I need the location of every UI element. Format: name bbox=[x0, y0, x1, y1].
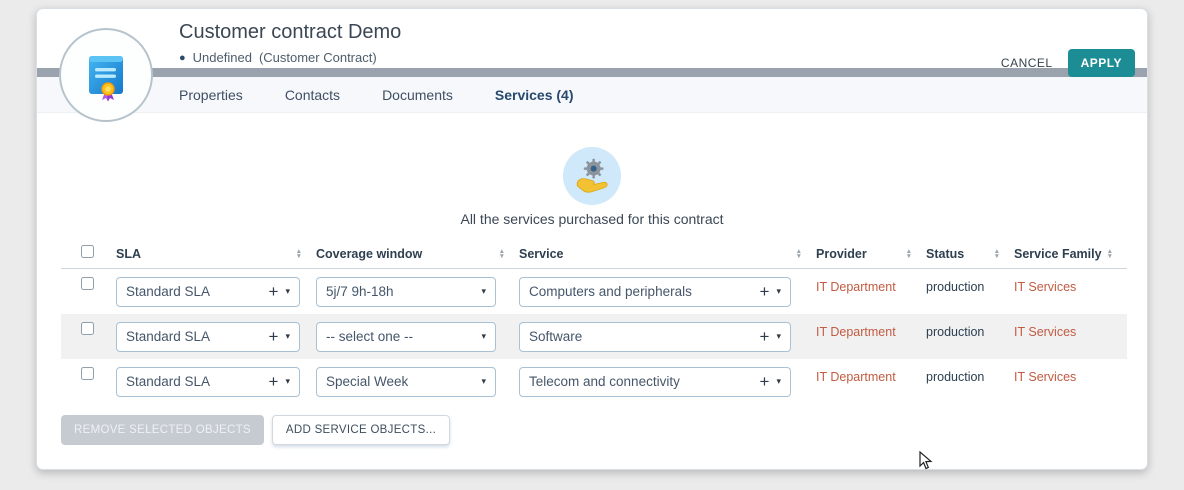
status-value: production bbox=[926, 359, 1014, 384]
page-title: Customer contract Demo bbox=[179, 21, 401, 44]
contract-document-icon bbox=[81, 48, 131, 102]
chevron-down-icon: ▾ bbox=[776, 287, 781, 296]
provider-link[interactable]: IT Department bbox=[816, 269, 926, 294]
sort-icon[interactable]: ▲▼ bbox=[796, 249, 802, 259]
sort-icon[interactable]: ▲▼ bbox=[1107, 249, 1113, 259]
sort-icon[interactable]: ▲▼ bbox=[499, 249, 505, 259]
chevron-down-icon: ▾ bbox=[285, 332, 290, 341]
services-description: All the services purchased for this cont… bbox=[37, 211, 1147, 227]
status-value: production bbox=[926, 314, 1014, 339]
row-checkbox[interactable] bbox=[81, 277, 94, 290]
table-row: Standard SLA +▾ Special Week ▾ Telecom a… bbox=[61, 359, 1127, 404]
status-dot-icon: ● bbox=[179, 52, 186, 64]
chevron-down-icon: ▾ bbox=[481, 287, 486, 296]
service-select[interactable]: Telecom and connectivity +▾ bbox=[519, 367, 791, 397]
add-new-icon: + bbox=[760, 283, 770, 300]
status-label: Undefined bbox=[193, 50, 252, 65]
apply-button[interactable]: APPLY bbox=[1068, 49, 1135, 77]
mouse-cursor bbox=[919, 451, 933, 471]
chevron-down-icon: ▾ bbox=[285, 287, 290, 296]
add-new-icon: + bbox=[269, 283, 279, 300]
column-header-service-family[interactable]: Service Family ▲▼ bbox=[1014, 247, 1127, 261]
services-panel-icon bbox=[563, 147, 621, 205]
tab-contacts[interactable]: Contacts bbox=[285, 87, 340, 103]
tab-bar: Properties Contacts Documents Services (… bbox=[37, 77, 1147, 113]
column-header-coverage-window[interactable]: Coverage window ▲▼ bbox=[316, 247, 519, 261]
select-all-checkbox[interactable] bbox=[81, 245, 94, 258]
column-header-sla[interactable]: SLA ▲▼ bbox=[116, 247, 316, 261]
chevron-down-icon: ▾ bbox=[285, 377, 290, 386]
sort-icon[interactable]: ▲▼ bbox=[296, 249, 302, 259]
remove-selected-objects-button[interactable]: REMOVE SELECTED OBJECTS bbox=[61, 415, 264, 445]
row-checkbox[interactable] bbox=[81, 322, 94, 335]
provider-link[interactable]: IT Department bbox=[816, 359, 926, 384]
add-new-icon: + bbox=[760, 328, 770, 345]
column-header-status[interactable]: Status ▲▼ bbox=[926, 247, 1014, 261]
contract-class-avatar bbox=[59, 28, 153, 122]
chevron-down-icon: ▾ bbox=[481, 377, 486, 386]
service-family-link[interactable]: IT Services bbox=[1014, 269, 1127, 294]
column-header-provider[interactable]: Provider ▲▼ bbox=[816, 247, 926, 261]
gear-in-hand-icon bbox=[569, 153, 615, 199]
tab-services[interactable]: Services (4) bbox=[495, 87, 574, 103]
sort-icon[interactable]: ▲▼ bbox=[906, 249, 912, 259]
coverage-window-select[interactable]: 5j/7 9h-18h ▾ bbox=[316, 277, 496, 307]
chevron-down-icon: ▾ bbox=[776, 377, 781, 386]
object-subtitle: ● Undefined (Customer Contract) bbox=[179, 50, 377, 65]
sla-select[interactable]: Standard SLA +▾ bbox=[116, 367, 300, 397]
header-divider-bar bbox=[37, 68, 1147, 77]
cancel-button[interactable]: CANCEL bbox=[1001, 56, 1053, 70]
column-header-service[interactable]: Service ▲▼ bbox=[519, 247, 816, 261]
tab-properties[interactable]: Properties bbox=[179, 87, 243, 103]
status-value: production bbox=[926, 269, 1014, 294]
table-row: Standard SLA +▾ 5j/7 9h-18h ▾ Computers … bbox=[61, 269, 1127, 314]
customer-contract-card: Customer contract Demo ● Undefined (Cust… bbox=[36, 8, 1148, 470]
header-actions: CANCEL APPLY bbox=[1001, 49, 1135, 77]
add-new-icon: + bbox=[269, 373, 279, 390]
select-all-cell bbox=[61, 245, 116, 263]
service-family-link[interactable]: IT Services bbox=[1014, 314, 1127, 339]
add-new-icon: + bbox=[269, 328, 279, 345]
sla-select[interactable]: Standard SLA +▾ bbox=[116, 277, 300, 307]
table-actions: REMOVE SELECTED OBJECTS ADD SERVICE OBJE… bbox=[61, 415, 450, 445]
class-label: (Customer Contract) bbox=[259, 50, 377, 65]
sort-icon[interactable]: ▲▼ bbox=[994, 249, 1000, 259]
chevron-down-icon: ▾ bbox=[481, 332, 486, 341]
service-select[interactable]: Software +▾ bbox=[519, 322, 791, 352]
coverage-window-select[interactable]: Special Week ▾ bbox=[316, 367, 496, 397]
service-family-link[interactable]: IT Services bbox=[1014, 359, 1127, 384]
row-checkbox[interactable] bbox=[81, 367, 94, 380]
provider-link[interactable]: IT Department bbox=[816, 314, 926, 339]
add-service-objects-button[interactable]: ADD SERVICE OBJECTS... bbox=[272, 415, 450, 445]
tab-documents[interactable]: Documents bbox=[382, 87, 453, 103]
coverage-window-select[interactable]: -- select one -- ▾ bbox=[316, 322, 496, 352]
add-new-icon: + bbox=[760, 373, 770, 390]
sla-select[interactable]: Standard SLA +▾ bbox=[116, 322, 300, 352]
service-select[interactable]: Computers and peripherals +▾ bbox=[519, 277, 791, 307]
services-table: SLA ▲▼ Coverage window ▲▼ Service ▲▼ Pro… bbox=[61, 239, 1127, 404]
table-row: Standard SLA +▾ -- select one -- ▾ Softw… bbox=[61, 314, 1127, 359]
table-header-row: SLA ▲▼ Coverage window ▲▼ Service ▲▼ Pro… bbox=[61, 239, 1127, 269]
chevron-down-icon: ▾ bbox=[776, 332, 781, 341]
